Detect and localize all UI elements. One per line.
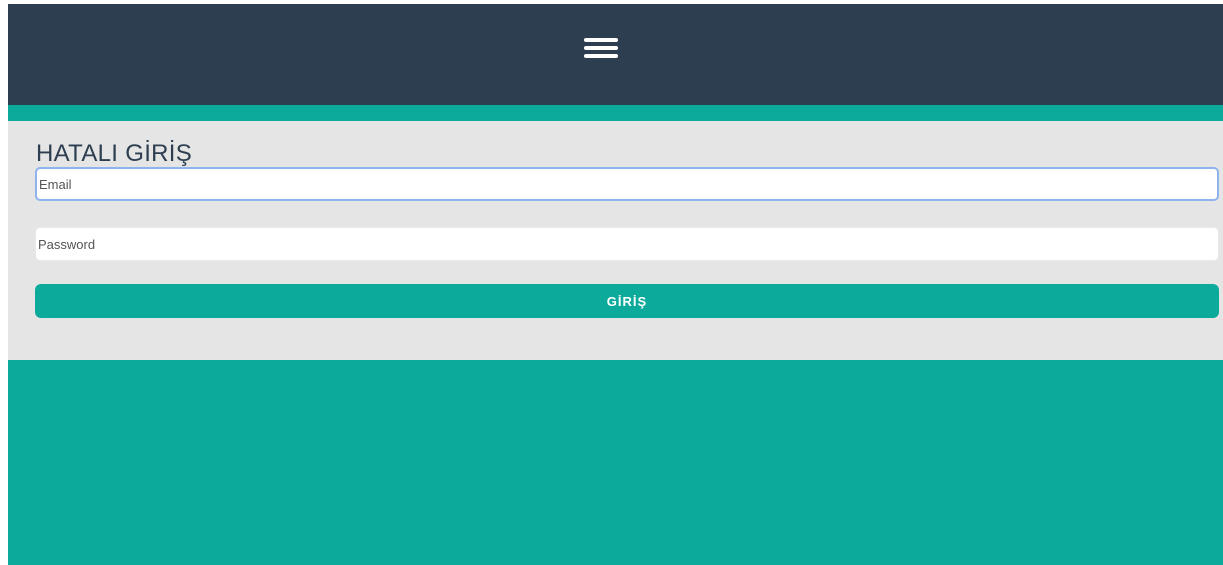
login-button[interactable]: GİRİŞ [35,284,1219,318]
email-field[interactable] [35,167,1219,201]
menu-bar-line [584,38,618,42]
menu-bar-line [584,46,618,50]
login-error-title: HATALI GİRİŞ [36,140,193,167]
menu-bar-line [584,54,618,58]
footer-area [8,360,1223,565]
accent-strip [8,105,1223,121]
login-form: HATALI GİRİŞ GİRİŞ [8,121,1223,360]
page-frame: HATALI GİRİŞ GİRİŞ [8,4,1223,565]
top-navbar [8,4,1223,105]
password-field[interactable] [35,227,1219,261]
hamburger-menu-icon[interactable] [584,35,618,61]
